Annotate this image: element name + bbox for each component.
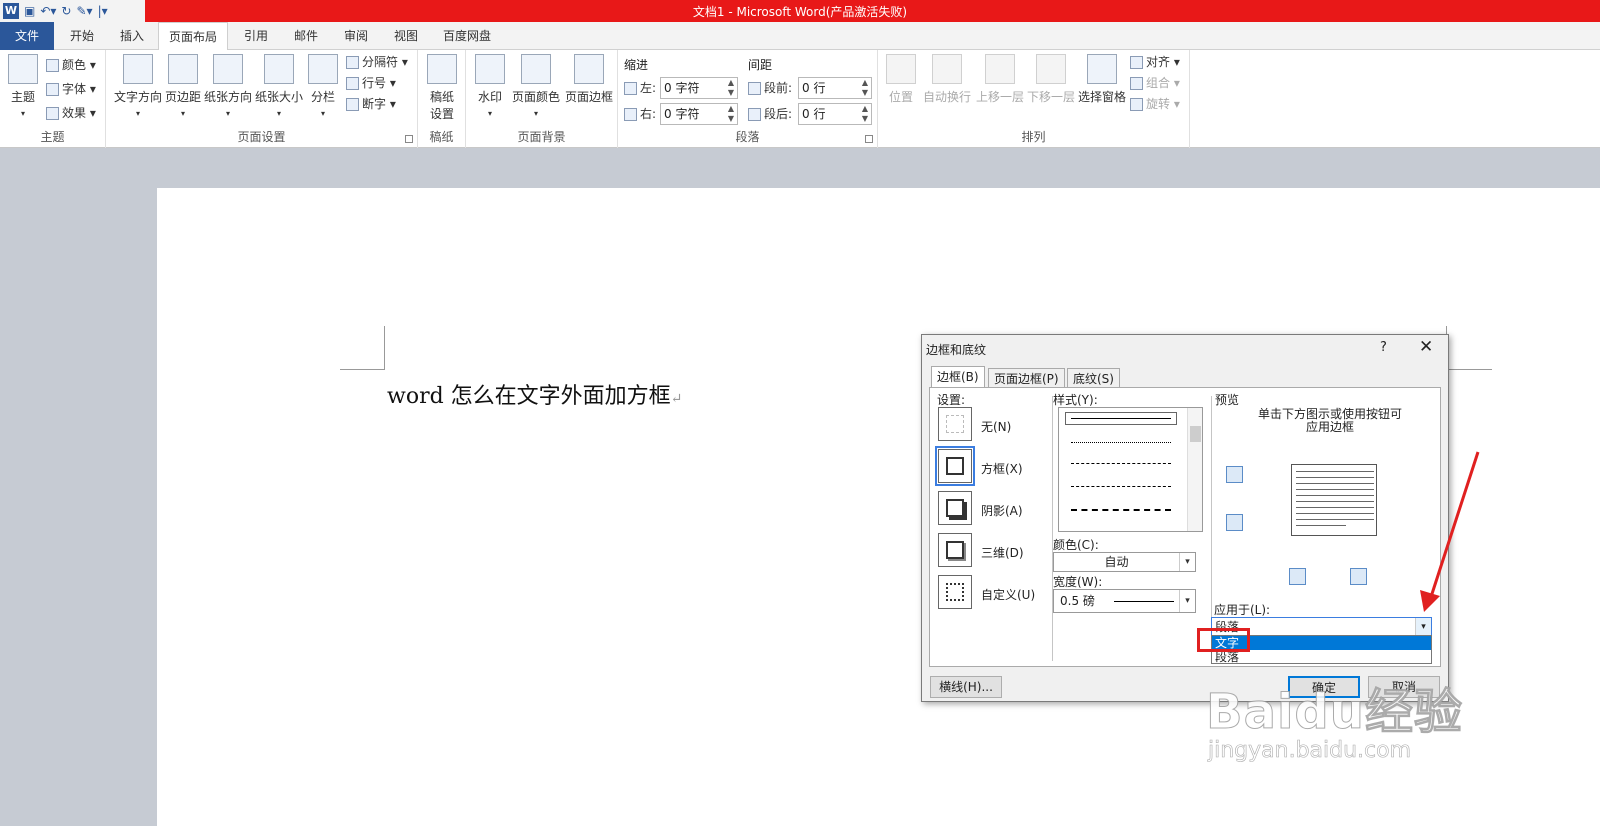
baidu-watermark: Baidu经验: [1206, 684, 1463, 741]
watermark-url: jingyan.baidu.com: [1208, 738, 1412, 764]
